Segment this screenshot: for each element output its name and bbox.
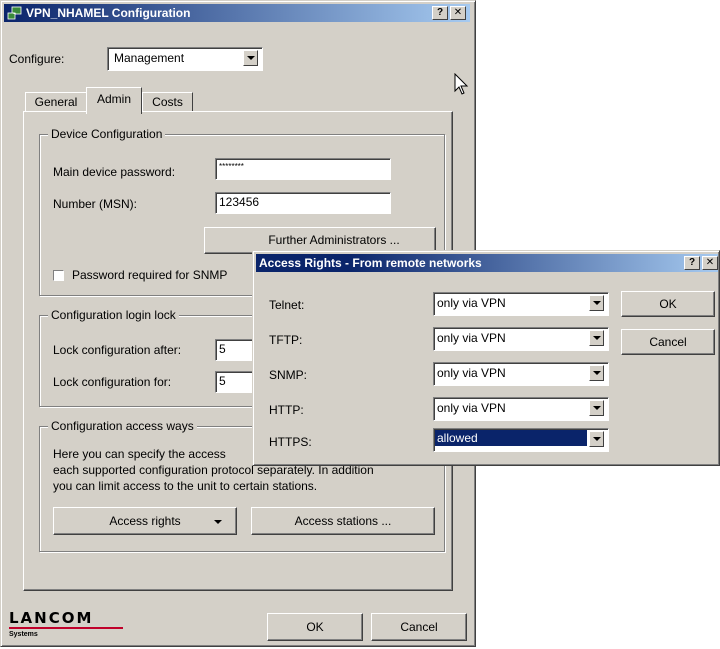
main-titlebar: VPN_NHAMEL Configuration ? ✕ <box>4 4 470 22</box>
login-lock-legend: Configuration login lock <box>48 308 179 322</box>
http-value: only via VPN <box>437 401 506 415</box>
main-ok-label: OK <box>306 620 324 634</box>
help-button[interactable]: ? <box>432 6 448 20</box>
device-config-legend: Device Configuration <box>48 127 166 141</box>
snmp-checkbox-label: Password required for SNMP <box>72 268 228 282</box>
dropdown-arrow-icon[interactable] <box>589 400 604 416</box>
dialog-title: Access Rights - From remote networks <box>259 256 482 270</box>
access-ways-desc-3: you can limit access to the unit to cert… <box>53 479 318 493</box>
tab-general[interactable]: General <box>25 92 87 112</box>
http-select[interactable]: only via VPN <box>433 397 609 421</box>
network-app-icon <box>7 5 23 21</box>
access-rights-label: Access rights <box>109 514 181 528</box>
lancom-logo-underline <box>9 627 123 629</box>
configure-select[interactable]: Management <box>107 47 263 71</box>
tftp-label: TFTP: <box>269 333 303 347</box>
https-select[interactable]: allowed <box>433 428 609 452</box>
dropdown-arrow-icon[interactable] <box>589 365 604 381</box>
https-value: allowed <box>437 431 478 445</box>
password-field[interactable]: ******** <box>215 158 391 180</box>
dropdown-arrow-icon[interactable] <box>243 50 258 66</box>
dialog-ok-label: OK <box>659 297 677 311</box>
close-button[interactable]: ✕ <box>450 6 466 20</box>
lancom-logo-sub: Systems <box>9 631 38 638</box>
access-stations-label: Access stations ... <box>294 514 392 528</box>
snmp-label: SNMP: <box>269 368 308 382</box>
telnet-label: Telnet: <box>269 298 305 312</box>
chevron-down-icon <box>214 520 222 524</box>
dialog-cancel-button[interactable]: Cancel <box>621 329 715 355</box>
dialog-cancel-label: Cancel <box>649 335 687 349</box>
access-ways-desc-1: Here you can specify the access <box>53 447 226 461</box>
dropdown-arrow-icon[interactable] <box>589 330 604 346</box>
http-label: HTTP: <box>269 403 304 417</box>
access-stations-button[interactable]: Access stations ... <box>251 507 435 535</box>
lock-for-value: 5 <box>219 374 226 388</box>
access-rights-button[interactable]: Access rights <box>53 507 237 535</box>
tftp-value: only via VPN <box>437 331 506 345</box>
snmp-value: only via VPN <box>437 366 506 380</box>
dialog-close-button[interactable]: ✕ <box>702 256 718 270</box>
main-cancel-button[interactable]: Cancel <box>371 613 467 641</box>
configure-label: Configure: <box>9 52 65 66</box>
snmp-select[interactable]: only via VPN <box>433 362 609 386</box>
lancom-logo-text: LANCOM <box>9 609 94 627</box>
snmp-password-checkbox[interactable] <box>53 270 64 281</box>
password-value: ******** <box>219 162 244 171</box>
lancom-logo: LANCOM Systems <box>9 609 129 639</box>
configure-value: Management <box>114 51 185 65</box>
access-ways-legend: Configuration access ways <box>48 419 197 433</box>
tab-costs-label: Costs <box>152 95 183 109</box>
main-cancel-label: Cancel <box>400 620 438 634</box>
tab-costs[interactable]: Costs <box>142 92 193 112</box>
main-window-title: VPN_NHAMEL Configuration <box>26 6 191 20</box>
tab-admin-label: Admin <box>96 92 131 106</box>
main-ok-button[interactable]: OK <box>267 613 363 641</box>
dropdown-arrow-icon[interactable] <box>589 431 604 447</box>
telnet-value: only via VPN <box>437 296 506 310</box>
msn-field[interactable]: 123456 <box>215 192 391 214</box>
mouse-cursor-icon <box>454 72 470 97</box>
access-rights-dialog: Access Rights - From remote networks ? ✕… <box>252 250 720 466</box>
further-administrators-label: Further Administrators ... <box>268 233 400 247</box>
msn-label: Number (MSN): <box>53 197 138 211</box>
dialog-titlebar: Access Rights - From remote networks ? ✕ <box>256 254 718 272</box>
dropdown-arrow-icon[interactable] <box>589 295 604 311</box>
dialog-help-button[interactable]: ? <box>684 256 700 270</box>
tab-general-label: General <box>34 95 78 109</box>
lock-for-label: Lock configuration for: <box>53 375 172 389</box>
https-label: HTTPS: <box>269 435 312 449</box>
lock-after-value: 5 <box>219 342 226 356</box>
dialog-ok-button[interactable]: OK <box>621 291 715 317</box>
telnet-select[interactable]: only via VPN <box>433 292 609 316</box>
msn-value: 123456 <box>219 195 260 209</box>
password-label: Main device password: <box>53 165 176 179</box>
tftp-select[interactable]: only via VPN <box>433 327 609 351</box>
tab-admin[interactable]: Admin <box>86 87 142 114</box>
lock-after-label: Lock configuration after: <box>53 343 182 357</box>
